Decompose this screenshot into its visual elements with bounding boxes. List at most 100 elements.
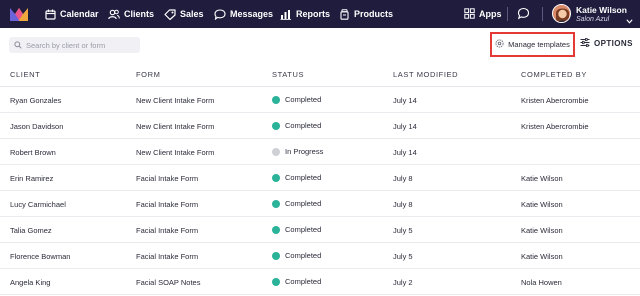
manage-templates-button[interactable]: Manage templates <box>490 32 575 57</box>
table-row[interactable]: Talia Gomez Facial Intake Form Completed… <box>0 217 640 243</box>
last-modified: July 14 <box>393 96 417 105</box>
products-icon <box>339 8 350 20</box>
nav-sales[interactable]: Sales <box>164 0 204 28</box>
search-input[interactable] <box>26 40 138 50</box>
nav-messages[interactable]: Messages <box>214 0 273 28</box>
nav-calendar[interactable]: Calendar <box>45 0 99 28</box>
column-header-status[interactable]: STATUS <box>272 70 304 79</box>
messages-icon <box>214 8 226 20</box>
last-modified: July 14 <box>393 122 417 131</box>
top-nav-bar: Calendar Clients Sales Messages Reports … <box>0 0 640 28</box>
status-label: Completed <box>285 121 322 130</box>
clients-icon <box>108 9 120 20</box>
client-name: Angela King <box>10 278 51 287</box>
nav-messages-label: Messages <box>230 9 274 19</box>
gear-icon <box>495 39 504 50</box>
manage-templates-label: Manage templates <box>508 40 570 49</box>
app-logo[interactable] <box>9 5 29 23</box>
form-name: Facial Intake Form <box>136 252 199 261</box>
client-name: Jason Davidson <box>10 122 64 131</box>
search-icon <box>14 36 22 54</box>
calendar-icon <box>45 9 56 20</box>
options-label: OPTIONS <box>594 39 633 48</box>
status-completed-dot <box>272 95 280 104</box>
table-row[interactable]: Jason Davidson New Client Intake Form Co… <box>0 113 640 139</box>
status-completed-dot <box>272 121 280 130</box>
completed-by: Katie Wilson <box>521 174 563 183</box>
apps-label: Apps <box>479 9 502 19</box>
last-modified: July 14 <box>393 148 417 157</box>
form-name: Facial Intake Form <box>136 226 199 235</box>
column-header-client[interactable]: CLIENT <box>10 70 40 79</box>
client-name: Talia Gomez <box>10 226 52 235</box>
status-cell: Completed <box>272 95 321 104</box>
status-cell: Completed <box>272 173 321 182</box>
form-name: Facial Intake Form <box>136 174 199 183</box>
nav-divider <box>542 7 543 21</box>
sliders-icon <box>580 37 590 49</box>
completed-by: Nola Howen <box>521 278 562 287</box>
status-cell: In Progress <box>272 147 323 156</box>
form-name: New Client Intake Form <box>136 96 215 105</box>
chat-button[interactable] <box>517 7 530 25</box>
status-completed-dot <box>272 173 280 182</box>
apps-grid-icon <box>464 7 475 21</box>
column-header-last-modified[interactable]: LAST MODIFIED <box>393 70 458 79</box>
search-box[interactable] <box>9 37 140 53</box>
client-name: Ryan Gonzales <box>10 96 62 105</box>
status-in-progress-dot <box>272 147 280 156</box>
table-row[interactable]: Robert Brown New Client Intake Form In P… <box>0 139 640 165</box>
table-row[interactable]: Erin Ramirez Facial Intake Form Complete… <box>0 165 640 191</box>
client-name: Lucy Carmichael <box>10 200 66 209</box>
nav-reports-label: Reports <box>296 9 331 19</box>
table-row[interactable]: Lucy Carmichael Facial Intake Form Compl… <box>0 191 640 217</box>
nav-products-label: Products <box>354 9 394 19</box>
status-label: Completed <box>285 225 322 234</box>
options-button[interactable]: OPTIONS <box>580 37 633 49</box>
status-label: Completed <box>285 95 322 104</box>
column-header-form[interactable]: FORM <box>136 70 160 79</box>
table-row[interactable]: Florence Bowman Facial Intake Form Compl… <box>0 243 640 269</box>
form-name: New Client Intake Form <box>136 122 215 131</box>
status-cell: Completed <box>272 121 321 130</box>
nav-reports[interactable]: Reports <box>280 0 330 28</box>
completed-by: Katie Wilson <box>521 200 563 209</box>
chevron-down-icon[interactable] <box>626 11 633 29</box>
completed-by: Kristen Abercrombie <box>521 96 589 105</box>
status-label: Completed <box>285 251 322 260</box>
status-label: Completed <box>285 173 322 182</box>
status-cell: Completed <box>272 277 321 286</box>
column-header-completed-by[interactable]: COMPLETED BY <box>521 70 587 79</box>
apps-button[interactable]: Apps <box>464 0 502 28</box>
status-completed-dot <box>272 251 280 260</box>
status-label: Completed <box>285 199 322 208</box>
table-row[interactable]: Angela King Facial SOAP Notes Completed … <box>0 269 640 295</box>
nav-clients[interactable]: Clients <box>108 0 154 28</box>
last-modified: July 5 <box>393 252 413 261</box>
chat-bubble-icon <box>517 7 530 24</box>
last-modified: July 2 <box>393 278 413 287</box>
bar-chart-icon <box>280 9 292 20</box>
nav-divider <box>507 7 508 21</box>
client-name: Erin Ramirez <box>10 174 54 183</box>
nav-clients-label: Clients <box>124 9 155 19</box>
last-modified: July 8 <box>393 200 413 209</box>
salon-name: Salon Azul <box>576 16 610 23</box>
user-avatar[interactable] <box>552 4 571 23</box>
table-row[interactable]: Ryan Gonzales New Client Intake Form Com… <box>0 87 640 113</box>
status-completed-dot <box>272 277 280 286</box>
last-modified: July 5 <box>393 226 413 235</box>
status-cell: Completed <box>272 251 321 260</box>
form-name: Facial Intake Form <box>136 200 199 209</box>
form-name: New Client Intake Form <box>136 148 215 157</box>
nav-sales-label: Sales <box>180 9 204 19</box>
table-header: CLIENT FORM STATUS LAST MODIFIED COMPLET… <box>0 60 640 87</box>
completed-by: Katie Wilson <box>521 226 563 235</box>
nav-products[interactable]: Products <box>339 0 393 28</box>
user-name: Katie Wilson <box>576 5 627 15</box>
nav-calendar-label: Calendar <box>60 9 99 19</box>
client-name: Florence Bowman <box>10 252 71 261</box>
status-completed-dot <box>272 199 280 208</box>
client-name: Robert Brown <box>10 148 56 157</box>
user-menu[interactable]: Katie Wilson Salon Azul <box>576 5 627 25</box>
